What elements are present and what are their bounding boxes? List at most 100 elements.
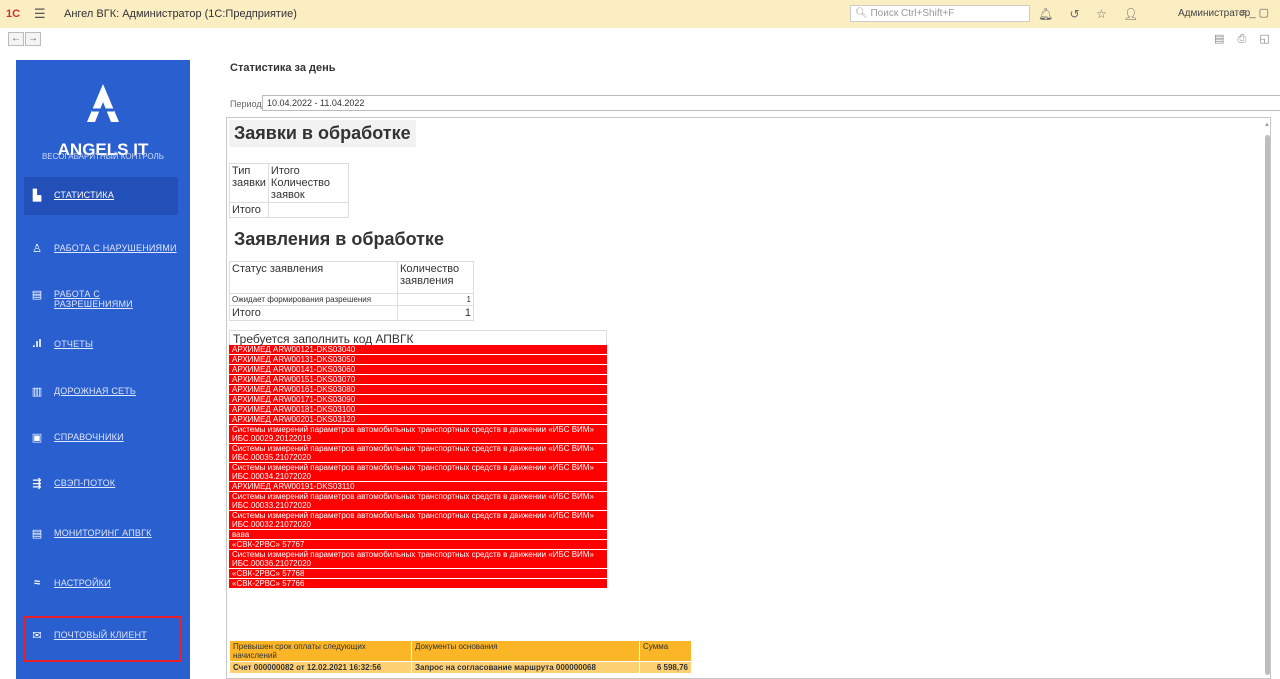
apvgk-row[interactable]: Системы измерений параметров автомобильн…	[229, 463, 607, 482]
window-controls[interactable]: ≡ _ ▢	[1240, 6, 1269, 19]
sidebar-item[interactable]: ▤ РАБОТА С РАЗРЕШЕНИЯМИ	[24, 276, 178, 314]
sidebar-item-label: ДОРОЖНАЯ СЕТЬ	[54, 386, 137, 396]
col-total-label: Итого	[270, 165, 300, 177]
star-icon[interactable]: ☆	[1096, 7, 1107, 21]
col-status: Статус заявления	[229, 261, 398, 294]
sum-cell: 6 598,76	[639, 661, 692, 674]
total-value: 1	[397, 305, 474, 321]
apvgk-list: АРХИМЕД ARW00121-DKS03040 АРХИМЕД ARW0013…	[229, 345, 607, 589]
applications-table: Статус заявления Количество заявления Ож…	[229, 261, 474, 321]
flow-icon: ⇶	[32, 478, 42, 490]
period-label: Период:	[230, 99, 265, 109]
apvgk-row[interactable]: АРХИМЕД ARW00201-DKS03120	[229, 415, 607, 425]
sidebar-item-label: РАБОТА С НАРУШЕНИЯМИ	[54, 243, 177, 253]
apvgk-row[interactable]: АРХИМЕД ARW00131-DKS03050	[229, 355, 607, 365]
col-total: Итого Количество заявок	[267, 163, 349, 203]
apvgk-row[interactable]: АРХИМЕД ARW00181-DKS03100	[229, 405, 607, 415]
page-title: Статистика за день	[230, 62, 336, 74]
count-cell: 1	[397, 293, 474, 306]
search-input[interactable]: 🔍︎ Поиск Ctrl+Shift+F	[850, 5, 1030, 22]
apvgk-row[interactable]: Системы измерений параметров автомобильн…	[229, 425, 607, 444]
col-charges: Превышен срок оплаты следующих начислени…	[229, 640, 412, 662]
scrollbar-thumb[interactable]	[1265, 135, 1270, 675]
apvgk-row[interactable]: «СВК-2РВС» 57767	[229, 540, 607, 550]
forward-button[interactable]: →	[25, 32, 41, 46]
sidebar-item[interactable]: ⇶ СВЭП-ПОТОК	[24, 465, 178, 503]
sidebar-item[interactable]: ▣ СПРАВОЧНИКИ	[24, 419, 178, 457]
scroll-up-icon[interactable]: ▲	[1264, 122, 1270, 128]
menu-icon[interactable]: ☰	[34, 6, 46, 22]
sidebar-item-label: РАБОТА С РАЗРЕШЕНИЯМИ	[54, 289, 133, 309]
requests-table: Тип заявки Итого Количество заявок Итого	[229, 163, 349, 218]
apvgk-row[interactable]: Системы измерений параметров автомобильн…	[229, 511, 607, 530]
sliders-icon: ≈	[33, 577, 41, 589]
col-total-count: Количество заявок	[270, 177, 330, 201]
window-title: Ангел ВГК: Администратор (1С:Предприятие…	[64, 8, 297, 20]
apvgk-row[interactable]: АРХИМЕД ARW00121-DKS03040	[229, 345, 607, 355]
report-area: Заявки в обработке Тип заявки Итого Коли…	[226, 117, 1271, 679]
bell-icon[interactable]: 🔔︎	[1038, 7, 1053, 21]
apvgk-row[interactable]: «СВК-2РВС» 57768	[229, 569, 607, 579]
apvgk-row[interactable]: Системы измерений параметров автомобильн…	[229, 550, 607, 569]
status-cell: Ожидает формирования разрешения	[229, 293, 398, 306]
toolbar-right: ▤ ⎙ ◱	[1214, 32, 1280, 46]
monitor-icon: ▤	[31, 528, 43, 540]
section-overdue: Превышен срок оплаты следующих начислени…	[229, 640, 692, 674]
sidebar-item[interactable]: ▥ ДОРОЖНАЯ СЕТЬ	[24, 373, 178, 411]
sidebar-item[interactable]: ▤ МОНИТОРИНГ АПВГК	[24, 515, 178, 553]
apvgk-row[interactable]: АРХИМЕД ARW00191-DKS03110	[229, 482, 607, 492]
sidebar-item-label: МОНИТОРИНГ АПВГК	[54, 528, 152, 538]
period-field[interactable]: 10.04.2022 - 11.04.2022	[262, 95, 1280, 111]
apvgk-row[interactable]: АРХИМЕД ARW00171-DKS03090	[229, 395, 607, 405]
sidebar-item-label: ОТЧЕТЫ	[54, 339, 94, 349]
apvgk-row[interactable]: АРХИМЕД ARW00141-DKS03060	[229, 365, 607, 375]
section-applications: Заявления в обработке Статус заявления К…	[229, 226, 474, 321]
col-request-type: Тип заявки	[229, 163, 269, 203]
charge-cell: Счет 000000082 от 12.02.2021 16:32:56	[229, 661, 412, 674]
sidebar-item-label: СПРАВОЧНИКИ	[54, 432, 124, 442]
apvgk-title: Требуется заполнить код АПВГК	[229, 330, 607, 346]
section-requests: Заявки в обработке Тип заявки Итого Коли…	[229, 120, 416, 218]
sidebar: ANGELS IT ВЕСОГАБАРИТНЫЙ КОНТРОЛЬ ▙ СТАТИ…	[16, 60, 190, 679]
col-count: Количество заявления	[397, 261, 474, 294]
section-applications-title: Заявления в обработке	[229, 226, 474, 253]
apvgk-row[interactable]: Системы измерений параметров автомобильн…	[229, 444, 607, 463]
total-row-label: Итого	[229, 202, 269, 218]
apvgk-row[interactable]: вава	[229, 530, 607, 540]
person-icon: ♙	[32, 243, 42, 255]
apvgk-row[interactable]: Системы измерений параметров автомобильн…	[229, 492, 607, 511]
brand-subtitle: ВЕСОГАБАРИТНЫЙ КОНТРОЛЬ	[41, 152, 165, 161]
apvgk-row[interactable]: «СВК-2РВС» 57766	[229, 579, 607, 589]
book-icon: ▣	[31, 432, 43, 444]
sidebar-item-label: СТАТИСТИКА	[54, 190, 115, 200]
sidebar-item-label: НАСТРОЙКИ	[54, 578, 111, 588]
save-icon[interactable]: ▤	[1214, 33, 1224, 45]
sidebar-item[interactable]: ♙ РАБОТА С НАРУШЕНИЯМИ	[24, 230, 178, 268]
apvgk-row[interactable]: АРХИМЕД ARW00151-DKS03070	[229, 375, 607, 385]
history-icon[interactable]: ↺	[1070, 7, 1080, 21]
sidebar-item[interactable]: ▙ СТАТИСТИКА	[24, 177, 178, 215]
titlebar-icons: 🔔︎ ↺ ☆ 👤︎	[1038, 7, 1151, 21]
sidebar-item[interactable]: ≈ НАСТРОЙКИ	[24, 565, 178, 603]
total-label: Итого	[229, 305, 398, 321]
col-basis: Документы основания	[411, 640, 640, 662]
preview-icon[interactable]: ◱	[1259, 33, 1269, 45]
col-sum: Сумма	[639, 640, 692, 662]
print-icon[interactable]: ⎙	[1237, 33, 1246, 45]
brand-logo-icon	[87, 84, 119, 122]
search-icon: 🔍︎	[855, 8, 868, 19]
sidebar-item[interactable]: .ıl ОТЧЕТЫ	[24, 326, 178, 364]
section-apvgk: Требуется заполнить код АПВГК АРХИМЕД AR…	[229, 330, 607, 589]
chart-icon: ▙	[32, 190, 42, 202]
app-logo: 1С	[6, 8, 21, 20]
search-placeholder: Поиск Ctrl+Shift+F	[870, 8, 955, 19]
map-icon: ▥	[31, 386, 43, 398]
document-icon: ▤	[31, 289, 43, 301]
title-bar: 1С ☰ Ангел ВГК: Администратор (1С:Предпр…	[0, 0, 1280, 28]
apvgk-row[interactable]: АРХИМЕД ARW00161-DKS03080	[229, 385, 607, 395]
bars-icon: .ıl	[32, 338, 42, 350]
section-requests-title: Заявки в обработке	[229, 120, 416, 147]
user-icon[interactable]: 👤︎	[1123, 7, 1138, 21]
back-button[interactable]: ←	[8, 32, 24, 46]
overdue-table: Превышен срок оплаты следующих начислени…	[229, 640, 692, 674]
